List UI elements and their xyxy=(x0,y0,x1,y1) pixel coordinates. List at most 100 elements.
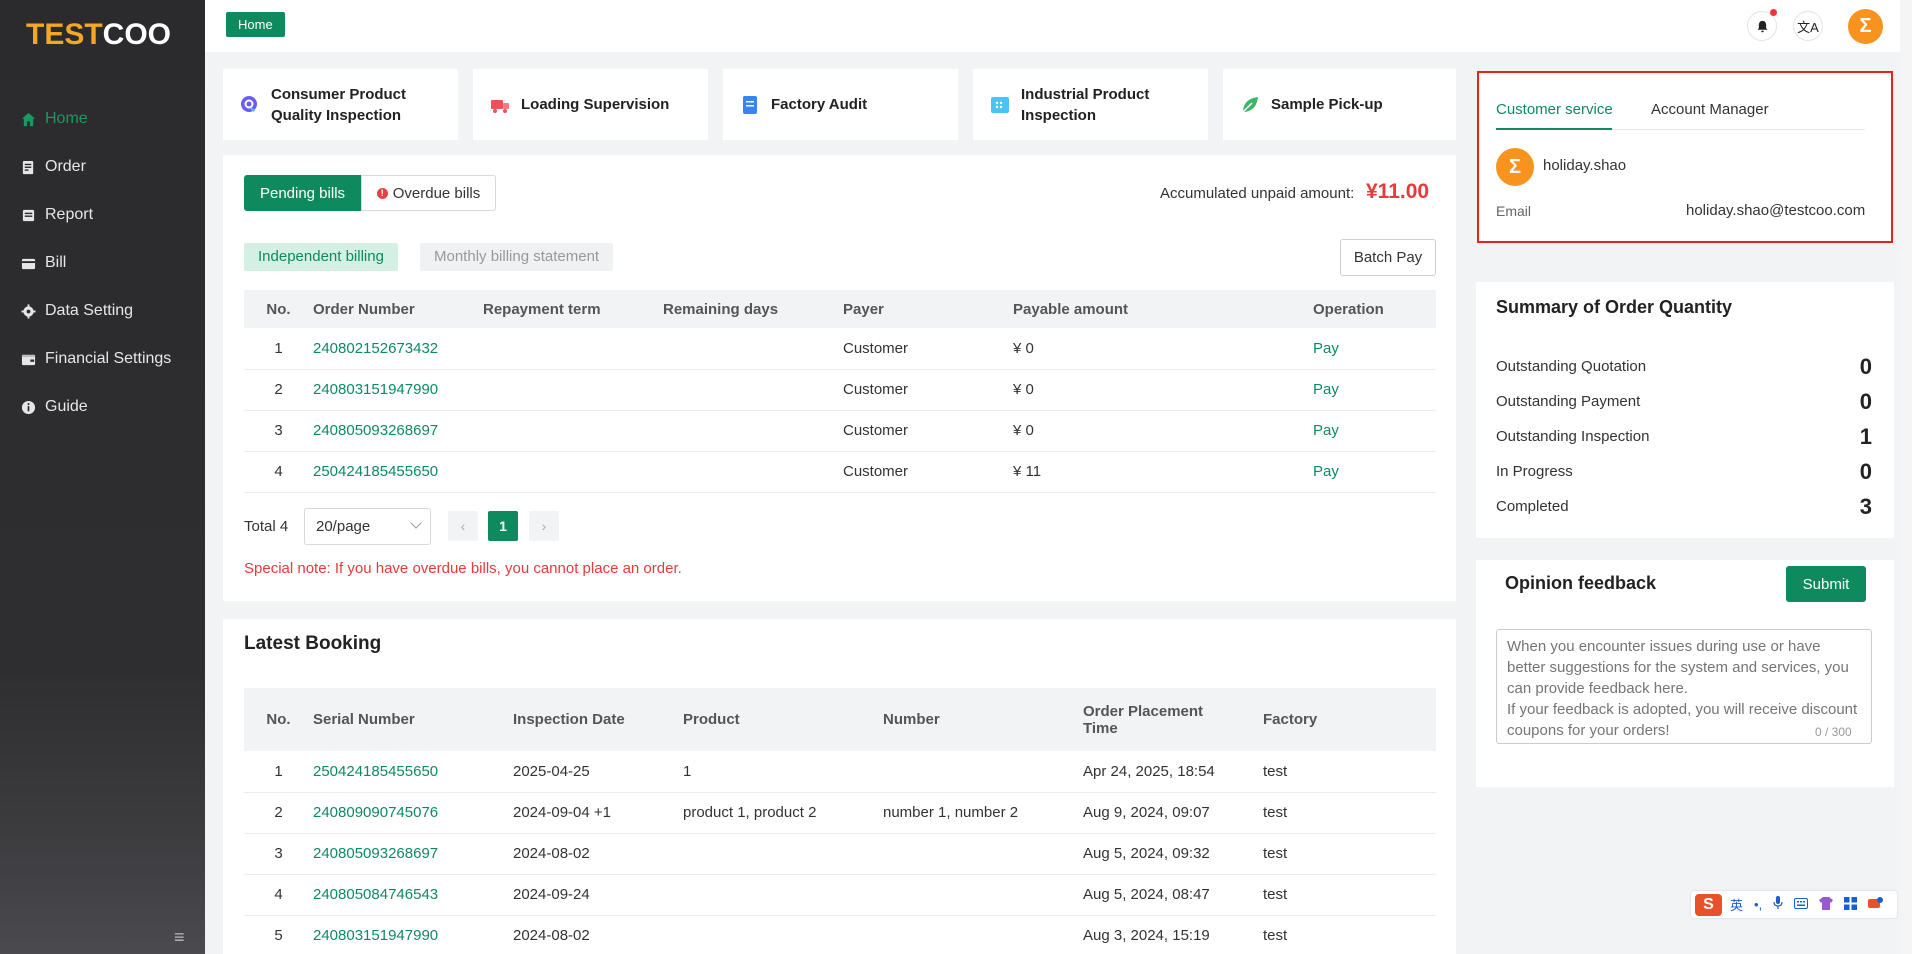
sidebar-item-label: Home xyxy=(45,110,88,127)
top-bar: Home 文A Σ xyxy=(205,0,1912,52)
sogou-logo-icon: S xyxy=(1695,893,1722,916)
service-consumer-product-inspection[interactable]: Consumer Product Quality Inspection xyxy=(223,69,458,140)
service-loading-supervision[interactable]: Loading Supervision xyxy=(473,69,708,140)
ime-toolbar[interactable]: S 英 •, xyxy=(1691,891,1897,918)
summary-title: Summary of Order Quantity xyxy=(1496,297,1733,317)
pay-link[interactable]: Pay xyxy=(1313,410,1436,452)
sidebar-item-guide[interactable]: Guide xyxy=(0,383,205,431)
translate-icon[interactable]: 文A xyxy=(1793,11,1823,41)
page-scrollbar[interactable] xyxy=(1900,0,1912,954)
pagination-total: Total 4 xyxy=(244,518,289,535)
sidebar-item-report[interactable]: Report xyxy=(0,191,205,239)
active-tab-indicator xyxy=(1496,128,1612,130)
next-page-button[interactable]: › xyxy=(529,511,559,541)
user-avatar[interactable]: Σ xyxy=(1848,9,1883,44)
ime-extra-icon[interactable] xyxy=(1868,897,1884,912)
summary-row: Outstanding Quotation 0 xyxy=(1496,353,1872,379)
summary-row: Outstanding Payment 0 xyxy=(1496,388,1872,414)
alert-icon: ! xyxy=(376,187,388,199)
service-sample-pick-up[interactable]: Sample Pick-up xyxy=(1223,69,1456,140)
service-email[interactable]: holiday.shao@testcoo.com xyxy=(1686,202,1865,219)
info-icon xyxy=(20,399,36,415)
order-number-link[interactable]: 240803151947990 xyxy=(313,369,483,411)
email-label: Email xyxy=(1496,203,1532,219)
service-avatar: Σ xyxy=(1496,148,1534,186)
feedback-title: Opinion feedback xyxy=(1505,573,1657,593)
sidebar-item-financial-settings[interactable]: Financial Settings xyxy=(0,335,205,383)
truck-icon xyxy=(491,99,509,113)
ime-punctuation[interactable]: •, xyxy=(1754,897,1762,912)
document-icon xyxy=(743,95,757,114)
table-row: 4 240805084746543 2024-09-24 Aug 5, 2024… xyxy=(244,874,1436,916)
sidebar-item-order[interactable]: Order xyxy=(0,143,205,191)
filter-independent-billing[interactable]: Independent billing xyxy=(244,243,398,271)
brand-logo[interactable]: TESTCOO xyxy=(26,18,171,52)
booking-table: No. Serial Number Inspection Date Produc… xyxy=(244,688,1436,954)
sidebar-item-bill[interactable]: Bill xyxy=(0,239,205,287)
report-icon xyxy=(20,207,36,223)
sidebar-nav: Home Order Report Bill Data Setting Fina… xyxy=(0,95,205,431)
table-row: 1 240802152673432 Customer ¥ 0 Pay xyxy=(244,328,1436,370)
order-number-link[interactable]: 250424185455650 xyxy=(313,451,483,493)
service-name: holiday.shao xyxy=(1543,157,1627,174)
grid-icon xyxy=(991,96,1009,113)
service-factory-audit[interactable]: Factory Audit xyxy=(723,69,958,140)
table-row: 1 250424185455650 2025-04-25 1 Apr 24, 2… xyxy=(244,751,1436,793)
leaf-icon xyxy=(1242,96,1258,113)
accumulated-unpaid-value: ¥11.00 xyxy=(1366,180,1430,203)
serial-number-link[interactable]: 240809090745076 xyxy=(313,792,513,834)
notification-bell-icon[interactable] xyxy=(1747,9,1777,41)
pay-link[interactable]: Pay xyxy=(1313,369,1436,411)
sidebar-item-label: Data Setting xyxy=(45,302,134,319)
batch-pay-button[interactable]: Batch Pay xyxy=(1340,239,1436,276)
skin-icon[interactable] xyxy=(1819,896,1834,913)
service-industrial-product-inspection[interactable]: Industrial Product Inspection xyxy=(973,69,1208,140)
sidebar: TESTCOO Home Order Report Bill Data Sett… xyxy=(0,0,205,954)
sidebar-item-label: Bill xyxy=(45,254,67,271)
tab-account-manager[interactable]: Account Manager xyxy=(1651,101,1769,118)
bills-table: No. Order Number Repayment term Remainin… xyxy=(244,290,1436,493)
order-number-link[interactable]: 240805093268697 xyxy=(313,410,483,452)
submit-button[interactable]: Submit xyxy=(1786,566,1866,602)
search-icon xyxy=(241,95,257,112)
ime-language-indicator[interactable]: 英 xyxy=(1730,895,1743,914)
feedback-char-count: 0 / 300 xyxy=(1815,725,1852,739)
sidebar-item-label: Order xyxy=(45,158,86,175)
page-1-button[interactable]: 1 xyxy=(488,511,518,541)
tab-home[interactable]: Home xyxy=(226,12,285,37)
sidebar-item-label: Report xyxy=(45,206,94,223)
pay-link[interactable]: Pay xyxy=(1313,328,1436,370)
table-row: 2 240809090745076 2024-09-04 +1 product … xyxy=(244,792,1436,834)
menu-collapse-icon[interactable]: ≡ xyxy=(174,928,190,946)
sidebar-item-label: Guide xyxy=(45,398,88,415)
order-number-link[interactable]: 240802152673432 xyxy=(313,328,483,370)
table-row: 2 240803151947990 Customer ¥ 0 Pay xyxy=(244,369,1436,411)
serial-number-link[interactable]: 240803151947990 xyxy=(313,915,513,954)
summary-row: In Progress 0 xyxy=(1496,458,1872,484)
sidebar-item-label: Financial Settings xyxy=(45,350,172,367)
table-row: 3 240805093268697 Customer ¥ 0 Pay xyxy=(244,410,1436,452)
overdue-note: Special note: If you have overdue bills,… xyxy=(244,560,682,577)
toolbox-grid-icon[interactable] xyxy=(1844,896,1858,913)
serial-number-link[interactable]: 240805084746543 xyxy=(313,874,513,916)
home-icon xyxy=(20,111,36,127)
pay-link[interactable]: Pay xyxy=(1313,451,1436,493)
tab-overdue-bills[interactable]: ! Overdue bills xyxy=(361,175,496,211)
prev-page-button[interactable]: ‹ xyxy=(448,511,478,541)
bill-icon xyxy=(20,255,36,271)
order-icon xyxy=(20,159,36,175)
sidebar-item-data-setting[interactable]: Data Setting xyxy=(0,287,205,335)
serial-number-link[interactable]: 250424185455650 xyxy=(313,751,513,793)
tab-customer-service[interactable]: Customer service xyxy=(1496,101,1613,118)
filter-monthly-billing[interactable]: Monthly billing statement xyxy=(420,243,614,271)
chevron-down-icon xyxy=(410,517,422,529)
keyboard-icon[interactable] xyxy=(1794,897,1809,912)
page-size-select[interactable]: 20/page xyxy=(304,508,431,545)
microphone-icon[interactable] xyxy=(1773,896,1783,913)
sidebar-item-home[interactable]: Home xyxy=(0,95,205,143)
tab-pending-bills[interactable]: Pending bills xyxy=(244,175,361,211)
summary-row: Outstanding Inspection 1 xyxy=(1496,423,1872,449)
summary-row: Completed 3 xyxy=(1496,493,1872,519)
serial-number-link[interactable]: 240805093268697 xyxy=(313,833,513,875)
notification-dot xyxy=(1770,9,1777,16)
